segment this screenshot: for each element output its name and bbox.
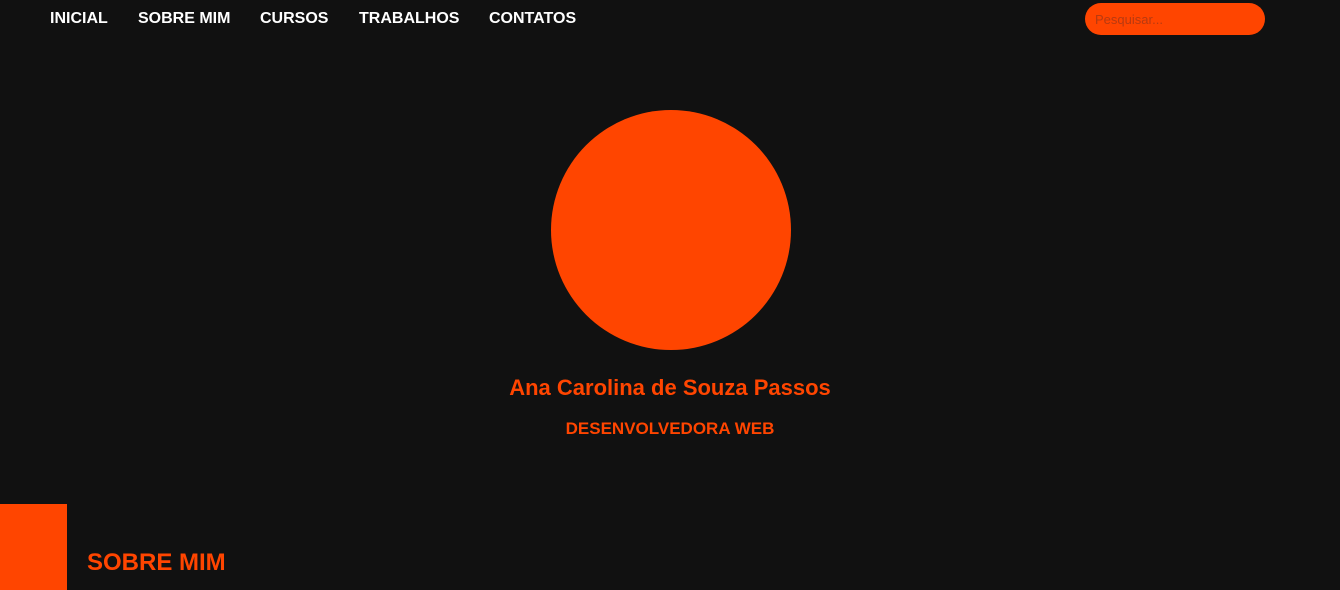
hero-name: Ana Carolina de Souza Passos — [509, 375, 831, 400]
section-accent-block — [0, 504, 67, 590]
nav-item-contatos[interactable]: CONTATOS — [489, 10, 576, 28]
hero-role: DESENVOLVEDORA WEB — [565, 419, 775, 438]
search-input[interactable] — [1085, 3, 1265, 35]
nav-item-inicial[interactable]: INICIAL — [50, 10, 108, 28]
nav-item-trabalhos[interactable]: TRABALHOS — [359, 10, 459, 28]
page: INICIAL SOBRE MIM CURSOS TRABALHOS CONTA… — [0, 0, 1340, 590]
nav-item-sobre-mim[interactable]: SOBRE MIM — [138, 10, 230, 28]
section-title-sobre-mim: SOBRE MIM — [87, 549, 226, 576]
top-nav: INICIAL SOBRE MIM CURSOS TRABALHOS CONTA… — [0, 0, 1340, 38]
nav-item-cursos[interactable]: CURSOS — [260, 10, 328, 28]
avatar — [551, 110, 791, 350]
